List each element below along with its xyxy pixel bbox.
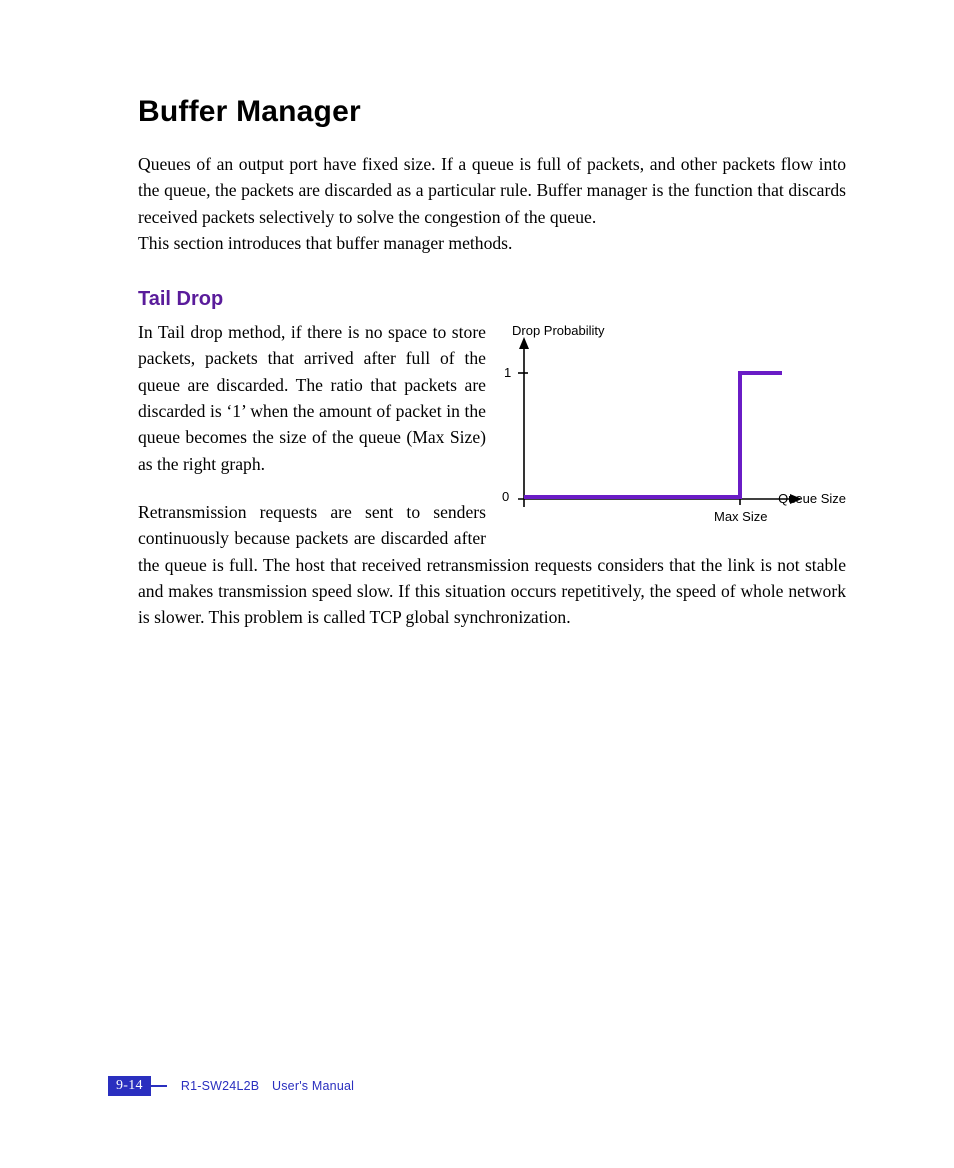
- tail-drop-chart: Drop Probability 1 0 Queue Size Max Size: [500, 323, 846, 529]
- footer-divider: [151, 1085, 167, 1087]
- manual-title: R1-SW24L2B User's Manual: [181, 1079, 354, 1093]
- chart-svg: [514, 337, 834, 527]
- subsection-heading: Tail Drop: [138, 288, 846, 311]
- page-number: 9-14: [108, 1076, 151, 1096]
- page: Buffer Manager Queues of an output port …: [0, 0, 954, 1168]
- section-heading: Buffer Manager: [138, 95, 846, 129]
- wrapped-content: Drop Probability 1 0 Queue Size Max Size…: [138, 319, 846, 630]
- page-footer: 9-14 R1-SW24L2B User's Manual: [108, 1076, 354, 1096]
- body-paragraph-1b: This section introduces that buffer mana…: [138, 230, 846, 256]
- chart-y-tick-1: 1: [504, 365, 511, 380]
- chart-y-axis-label: Drop Probability: [512, 323, 605, 338]
- body-paragraph-1: Queues of an output port have fixed size…: [138, 151, 846, 230]
- chart-y-tick-0: 0: [502, 489, 509, 504]
